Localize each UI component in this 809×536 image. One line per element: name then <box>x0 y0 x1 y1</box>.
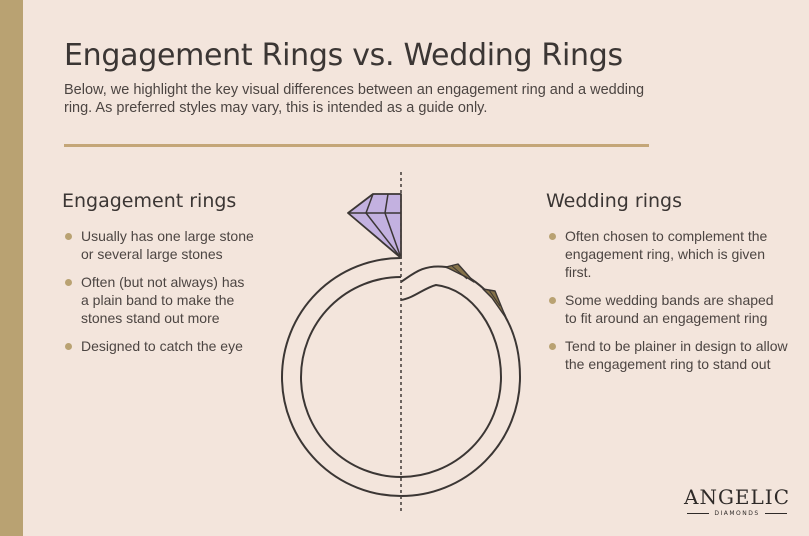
bullet-dot <box>65 279 72 286</box>
wedding-heading: Wedding rings <box>546 190 682 212</box>
brand-logo: ANGELIC DIAMONDS <box>684 486 790 517</box>
engagement-point-text: Usually has one large stone or several l… <box>81 228 254 262</box>
logo-rule-right <box>764 513 787 514</box>
page-title: Engagement Rings vs. Wedding Rings <box>64 38 623 73</box>
page-subtitle: Below, we highlight the key visual diffe… <box>64 82 645 116</box>
engagement-point: Often (but not always) has a plain band … <box>64 273 254 327</box>
engagement-points-list: Usually has one large stone or several l… <box>64 227 254 365</box>
wedding-point: Tend to be plainer in design to allow th… <box>548 337 788 373</box>
engagement-band-inner <box>300 276 402 478</box>
wedding-point-text: Often chosen to complement the engagemen… <box>565 228 768 280</box>
logo-rule-left <box>687 513 710 514</box>
side-accent-bar <box>0 0 23 536</box>
engagement-band-outer <box>281 257 402 497</box>
gem-icon <box>347 193 402 259</box>
wedding-point-text: Some wedding bands are shaped to fit aro… <box>565 292 774 326</box>
wedding-point: Some wedding bands are shaped to fit aro… <box>548 291 788 327</box>
ring-comparison-illustration <box>281 172 522 512</box>
wedding-band-inner <box>400 283 503 478</box>
engagement-point: Usually has one large stone or several l… <box>64 227 254 263</box>
bullet-dot <box>65 343 72 350</box>
engagement-point-text: Designed to catch the eye <box>81 338 243 354</box>
bullet-dot <box>549 297 556 304</box>
wedding-band-outer <box>400 265 522 497</box>
logo-name: ANGELIC <box>684 485 791 509</box>
bullet-dot <box>549 343 556 350</box>
wedding-point-text: Tend to be plainer in design to allow th… <box>565 338 788 372</box>
engagement-point-text: Often (but not always) has a plain band … <box>81 274 245 326</box>
bullet-dot <box>549 233 556 240</box>
engagement-heading: Engagement rings <box>62 190 237 212</box>
engagement-point: Designed to catch the eye <box>64 337 254 355</box>
wedding-point: Often chosen to complement the engagemen… <box>548 227 788 281</box>
logo-sub-row: DIAMONDS <box>684 510 790 517</box>
logo-subtext: DIAMONDS <box>714 510 760 517</box>
title-divider <box>64 144 649 147</box>
wedding-points-list: Often chosen to complement the engagemen… <box>548 227 788 383</box>
bullet-dot <box>65 233 72 240</box>
